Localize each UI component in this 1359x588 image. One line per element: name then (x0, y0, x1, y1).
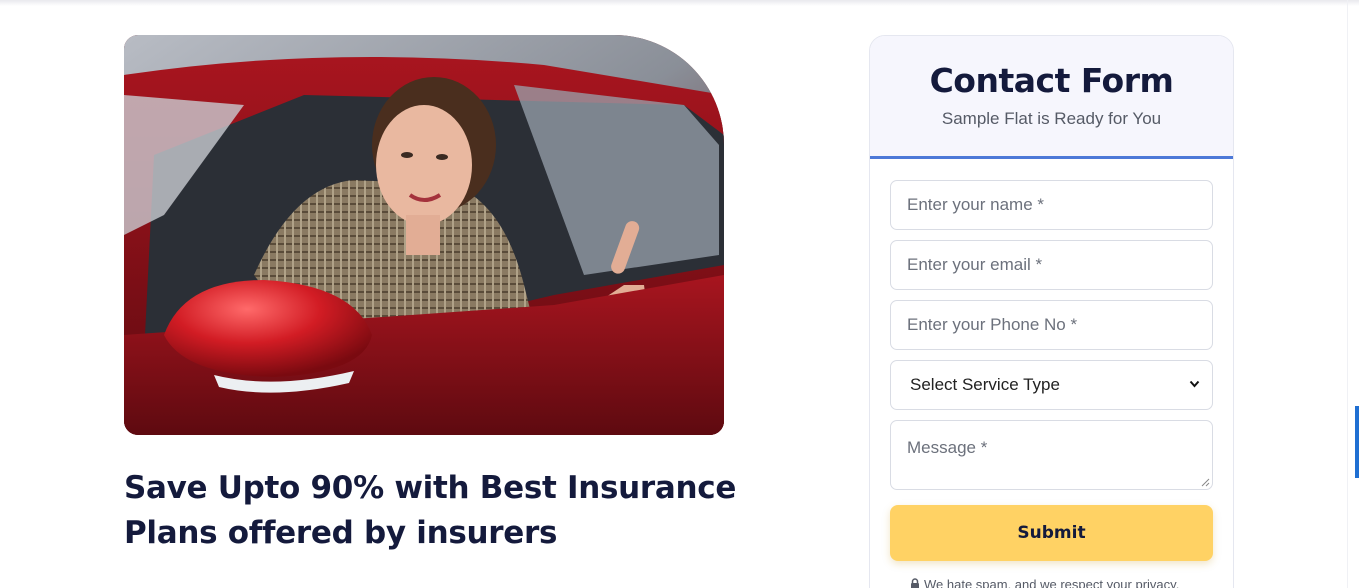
form-title: Contact Form (929, 61, 1174, 100)
hero-headline: Save Upto 90% with Best Insurance Plans … (124, 470, 737, 551)
phone-placeholder: Enter your Phone No * (907, 315, 1078, 334)
contact-form: Contact Form Sample Flat is Ready for Yo… (869, 35, 1234, 588)
message-textarea[interactable]: Message * (890, 420, 1213, 490)
email-input[interactable]: Enter your email * (890, 240, 1213, 290)
service-type-value: Select Service Type (910, 375, 1060, 394)
phone-input[interactable]: Enter your Phone No * (890, 300, 1213, 350)
privacy-text: We hate spam, and we respect your privac… (924, 577, 1180, 588)
email-placeholder: Enter your email * (907, 255, 1043, 274)
resize-grip-icon[interactable] (1201, 478, 1210, 487)
message-placeholder: Message * (907, 438, 988, 457)
privacy-note: We hate spam, and we respect your privac… (910, 577, 1179, 588)
form-subtitle: Sample Flat is Ready for You (941, 109, 1162, 128)
right-divider (1347, 0, 1348, 588)
form-header: Contact Form Sample Flat is Ready for Yo… (870, 36, 1233, 159)
scrollbar-thumb[interactable] (1355, 406, 1359, 478)
name-placeholder: Enter your name * (907, 195, 1045, 214)
chevron-down-icon (1189, 380, 1200, 388)
service-type-select[interactable]: Select Service Type (890, 360, 1213, 410)
hero-image (124, 35, 724, 435)
top-shadow (0, 0, 1359, 6)
submit-button[interactable]: Submit (890, 505, 1213, 561)
lock-icon (911, 578, 919, 588)
name-input[interactable]: Enter your name * (890, 180, 1213, 230)
